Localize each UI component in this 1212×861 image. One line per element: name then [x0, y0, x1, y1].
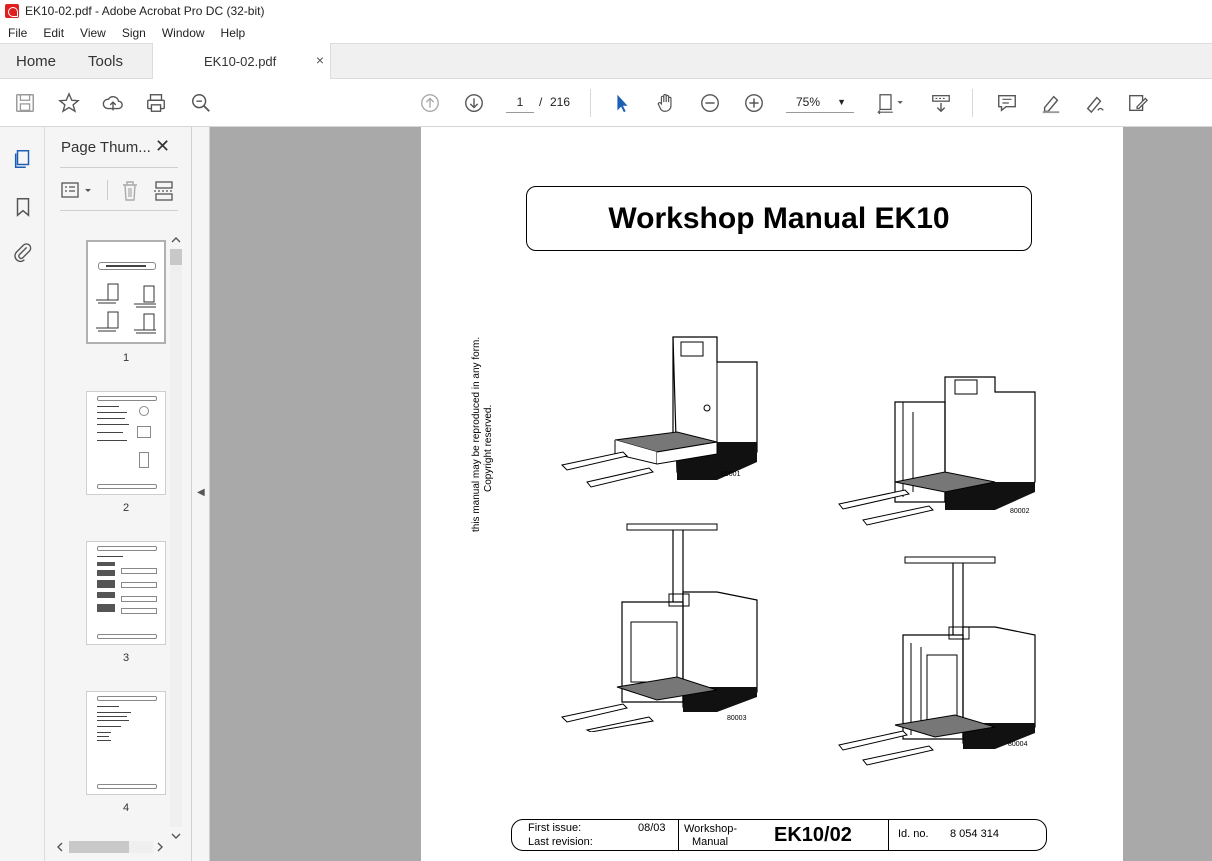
panel-divider	[60, 167, 178, 168]
document-footer: First issue: 08/03 Last revision: Worksh…	[511, 819, 1047, 851]
page-fit-icon[interactable]	[874, 91, 908, 115]
hand-tool-icon[interactable]	[654, 91, 678, 115]
figure-label: 80004	[1008, 741, 1028, 748]
toolbar-divider	[590, 89, 591, 117]
panel-collapse-handle[interactable]: ◀	[192, 127, 210, 861]
footer-divider	[678, 820, 679, 850]
page-separator: /	[539, 95, 543, 109]
page-thumbnail-2[interactable]	[86, 391, 166, 495]
last-revision-label: Last revision:	[528, 836, 593, 848]
tab-document-label: EK10-02.pdf	[204, 54, 277, 69]
document-viewport[interactable]: Workshop Manual EK10 this manual may be …	[210, 127, 1212, 861]
model-number: EK10/02	[774, 824, 852, 846]
menu-view[interactable]: View	[72, 26, 114, 40]
save-icon[interactable]	[13, 91, 37, 115]
page-thumbnails-icon[interactable]	[11, 147, 35, 171]
thumbnail-options-icon[interactable]	[61, 181, 95, 201]
panel-title: Page Thum...	[61, 139, 151, 156]
scroll-down-icon[interactable]	[171, 831, 181, 841]
menu-sign[interactable]: Sign	[114, 26, 154, 40]
tab-home[interactable]: Home	[16, 53, 56, 70]
scrollbar-thumb[interactable]	[69, 841, 129, 853]
toolbar-divider	[107, 180, 108, 200]
first-issue-value: 08/03	[638, 822, 666, 834]
attachment-paperclip-icon[interactable]	[11, 240, 35, 264]
figure-label: 80001	[721, 471, 741, 478]
page-thumbnail-1[interactable]	[86, 240, 166, 344]
menu-window[interactable]: Window	[154, 26, 213, 40]
select-cursor-icon[interactable]	[610, 91, 634, 115]
bookmark-icon[interactable]	[11, 195, 35, 219]
zoom-level-dropdown[interactable]: 75% ▼	[786, 91, 854, 113]
cloud-upload-icon[interactable]	[101, 91, 125, 115]
zoom-out-icon[interactable]	[698, 91, 722, 115]
page-thumbnail-3[interactable]	[86, 541, 166, 645]
footer-divider	[888, 820, 889, 850]
id-label: Id. no.	[898, 828, 929, 840]
thumbnail-number: 3	[122, 652, 130, 664]
menu-file[interactable]: File	[0, 26, 35, 40]
thumbnail-number: 1	[122, 352, 130, 364]
menu-edit[interactable]: Edit	[35, 26, 72, 40]
fill-sign-icon[interactable]	[1126, 91, 1150, 115]
title-frame: Workshop Manual EK10	[526, 186, 1032, 251]
figure-label: 80002	[1010, 508, 1030, 515]
highlight-pen-icon[interactable]	[1039, 91, 1063, 115]
tab-tools[interactable]: Tools	[88, 53, 123, 70]
previous-page-icon[interactable]	[418, 91, 442, 115]
print-icon[interactable]	[144, 91, 168, 115]
thumbnail-toolbar	[59, 179, 179, 205]
current-page-input[interactable]: 1	[506, 91, 534, 113]
viewport-gutter	[1123, 127, 1212, 861]
collapse-left-icon[interactable]: ◀	[197, 487, 205, 498]
navigation-rail	[0, 127, 45, 861]
doc-type-line-2: Manual	[692, 836, 729, 848]
close-panel-icon[interactable]: ✕	[155, 136, 170, 157]
copyright-notice: this manual may be reproduced in any for…	[471, 337, 511, 537]
toolbar: 1 / 216 75% ▼	[0, 79, 1212, 127]
id-value: 8 054 314	[950, 828, 999, 840]
zoom-level-value: 75%	[796, 95, 821, 109]
thumbnail-horizontal-scrollbar[interactable]	[55, 837, 169, 855]
scrolling-mode-icon[interactable]	[929, 91, 953, 115]
star-bookmark-icon[interactable]	[57, 91, 81, 115]
page-thumbnail-4[interactable]	[86, 691, 166, 795]
scroll-up-icon[interactable]	[171, 235, 181, 245]
copyright-line-2: Copyright reserved.	[483, 404, 494, 492]
toolbar-divider	[972, 89, 973, 117]
comment-icon[interactable]	[995, 91, 1019, 115]
zoom-search-icon[interactable]	[189, 91, 213, 115]
thumbnail-number: 4	[122, 802, 130, 814]
extract-pages-icon[interactable]	[153, 180, 175, 202]
delete-trash-icon[interactable]	[120, 180, 140, 202]
thumbnail-number: 2	[122, 502, 130, 514]
truck-illustration-1	[560, 336, 758, 488]
total-pages: 216	[550, 95, 571, 109]
menu-bar: File Edit View Sign Window Help	[0, 22, 1212, 43]
scroll-right-icon[interactable]	[155, 842, 165, 852]
tab-document[interactable]: EK10-02.pdf ×	[152, 43, 331, 80]
truck-illustration-3	[560, 523, 758, 732]
next-page-icon[interactable]	[462, 91, 486, 115]
window-title: EK10-02.pdf - Adobe Acrobat Pro DC (32-b…	[25, 4, 265, 18]
tab-bar: Home Tools EK10-02.pdf ×	[0, 43, 1212, 80]
draw-signature-icon[interactable]	[1083, 91, 1107, 115]
figure-label: 80003	[727, 715, 747, 722]
scrollbar-thumb[interactable]	[170, 249, 182, 265]
chevron-down-icon: ▼	[837, 97, 846, 107]
acrobat-logo-icon	[5, 4, 19, 18]
panel-divider	[60, 210, 178, 211]
first-issue-label: First issue:	[528, 822, 582, 834]
thumbnail-vertical-scrollbar[interactable]	[169, 235, 183, 841]
copyright-line-1: this manual may be reproduced in any for…	[471, 336, 482, 532]
pdf-page: Workshop Manual EK10 this manual may be …	[421, 127, 1123, 861]
page-thumbnails-panel: Page Thum... ✕ 1 2 3 4	[45, 127, 192, 861]
window-title-bar: EK10-02.pdf - Adobe Acrobat Pro DC (32-b…	[0, 0, 1212, 22]
close-tab-icon[interactable]: ×	[316, 52, 324, 68]
zoom-in-icon[interactable]	[742, 91, 766, 115]
doc-type-line-1: Workshop-	[684, 823, 737, 835]
menu-help[interactable]: Help	[213, 26, 254, 40]
scroll-left-icon[interactable]	[55, 842, 65, 852]
document-title: Workshop Manual EK10	[608, 201, 950, 235]
